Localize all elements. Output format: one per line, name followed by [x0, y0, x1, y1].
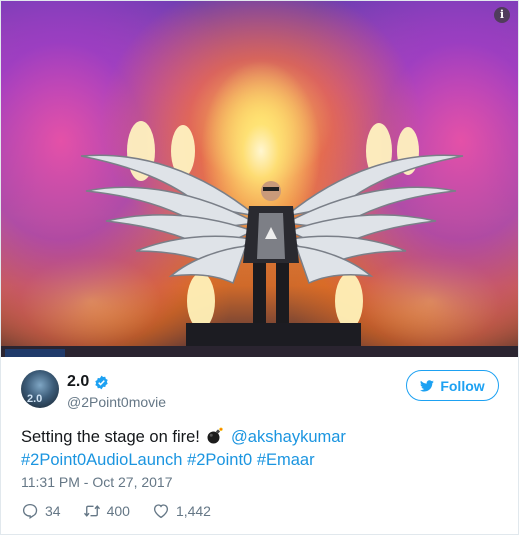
- reply-button[interactable]: 34: [21, 502, 61, 520]
- tweet-image[interactable]: i: [1, 1, 518, 357]
- like-count: 1,442: [175, 503, 211, 519]
- bomb-icon: [207, 427, 224, 444]
- action-bar: 34 400 1,442: [21, 502, 233, 520]
- verified-badge-icon: [95, 375, 108, 389]
- follow-label: Follow: [440, 377, 485, 394]
- left-wing: [80, 154, 259, 285]
- tweet-text-lead: Setting the stage on fire!: [21, 428, 205, 446]
- follow-button[interactable]: Follow: [406, 370, 499, 401]
- display-name[interactable]: 2.0: [67, 373, 89, 391]
- heart-icon: [153, 504, 168, 519]
- performer: [243, 181, 299, 327]
- hashtag-link[interactable]: #Emaar: [257, 451, 315, 469]
- right-wing: [283, 154, 464, 285]
- tweet-card: i 2.0 2.0 @2Point0movie Follow Setting t…: [0, 0, 519, 535]
- retweet-button[interactable]: 400: [83, 502, 130, 520]
- reply-count: 34: [45, 503, 61, 519]
- info-icon[interactable]: i: [494, 7, 510, 23]
- tweet-text: Setting the stage on fire! @akshaykumar …: [21, 426, 506, 472]
- hashtag-link[interactable]: #2Point0AudioLaunch: [21, 451, 182, 469]
- retweet-count: 400: [106, 503, 130, 519]
- retweet-icon: [83, 505, 100, 517]
- hashtag-link[interactable]: #2Point0: [187, 451, 252, 469]
- stage-illustration: [1, 121, 518, 357]
- author-name-row: 2.0: [67, 373, 109, 391]
- avatar[interactable]: 2.0: [21, 370, 59, 408]
- timestamp[interactable]: 11:31 PM - Oct 27, 2017: [21, 474, 173, 490]
- handle[interactable]: @2Point0movie: [67, 394, 166, 410]
- mention-link[interactable]: @akshaykumar: [231, 428, 346, 446]
- like-button[interactable]: 1,442: [152, 502, 211, 520]
- bird-icon: [420, 379, 435, 392]
- reply-icon: [22, 503, 38, 519]
- avatar-text: 2.0: [27, 393, 43, 405]
